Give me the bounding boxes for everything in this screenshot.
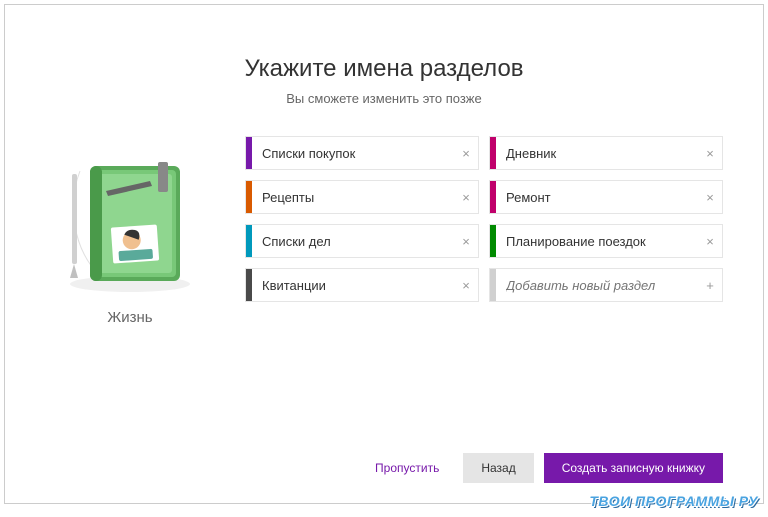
create-notebook-button[interactable]: Создать записную книжку xyxy=(544,453,723,483)
clear-icon[interactable]: × xyxy=(698,146,722,161)
section-name-field[interactable] xyxy=(496,234,698,249)
page-subtitle: Вы сможете изменить это позже xyxy=(45,91,723,106)
section-name-field[interactable] xyxy=(252,146,454,161)
section-name-field[interactable] xyxy=(252,278,454,293)
clear-icon[interactable]: × xyxy=(698,234,722,249)
section-name-field[interactable] xyxy=(496,146,698,161)
clear-icon[interactable]: × xyxy=(698,190,722,205)
section-input[interactable]: × xyxy=(245,224,479,258)
skip-button[interactable]: Пропустить xyxy=(361,453,453,483)
notebook-name: Жизнь xyxy=(45,309,215,326)
section-name-field[interactable] xyxy=(252,190,454,205)
section-input[interactable]: × xyxy=(245,268,479,302)
section-input[interactable]: × xyxy=(489,224,723,258)
notebook-illustration xyxy=(50,136,210,296)
page-title: Укажите имена разделов xyxy=(45,55,723,83)
section-name-field[interactable] xyxy=(252,234,454,249)
section-input[interactable]: × xyxy=(245,180,479,214)
clear-icon[interactable]: × xyxy=(454,234,478,249)
clear-icon[interactable]: × xyxy=(454,190,478,205)
section-input[interactable]: × xyxy=(489,180,723,214)
back-button[interactable]: Назад xyxy=(463,453,533,483)
section-name-field[interactable] xyxy=(496,190,698,205)
section-input[interactable]: × xyxy=(489,136,723,170)
watermark: ТВОИ ПРОГРАММЫ РУ xyxy=(589,493,758,509)
add-section-field[interactable] xyxy=(496,278,698,293)
clear-icon[interactable]: × xyxy=(454,146,478,161)
add-section-input[interactable]: + xyxy=(489,268,723,302)
add-icon[interactable]: + xyxy=(698,278,722,293)
section-input[interactable]: × xyxy=(245,136,479,170)
clear-icon[interactable]: × xyxy=(454,278,478,293)
